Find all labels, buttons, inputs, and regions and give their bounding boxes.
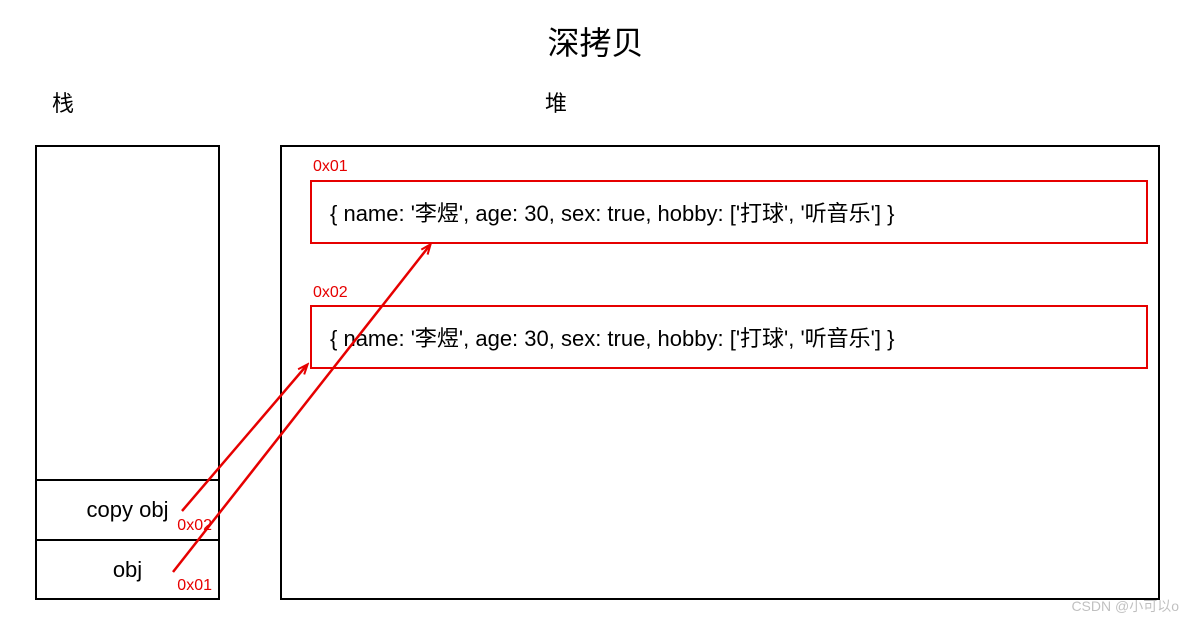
stack-row-copy-obj: copy obj 0x02: [37, 479, 218, 539]
stack-var-name: obj: [113, 557, 142, 583]
stack-container: copy obj 0x02 obj 0x01: [35, 145, 220, 600]
watermark: CSDN @小可以o: [1071, 596, 1179, 616]
stack-var-addr: 0x01: [177, 577, 212, 595]
heap-object-2: { name: '李煜', age: 30, sex: true, hobby:…: [310, 305, 1148, 369]
stack-row-obj: obj 0x01: [37, 539, 218, 599]
stack-label: 栈: [52, 86, 74, 118]
heap-label: 堆: [545, 86, 567, 118]
heap-addr-1: 0x01: [313, 158, 348, 176]
stack-var-addr: 0x02: [177, 517, 212, 535]
stack-var-name: copy obj: [87, 497, 169, 523]
heap-addr-2: 0x02: [313, 284, 348, 302]
heap-object-1: { name: '李煜', age: 30, sex: true, hobby:…: [310, 180, 1148, 244]
diagram-title: 深拷贝: [0, 18, 1191, 64]
